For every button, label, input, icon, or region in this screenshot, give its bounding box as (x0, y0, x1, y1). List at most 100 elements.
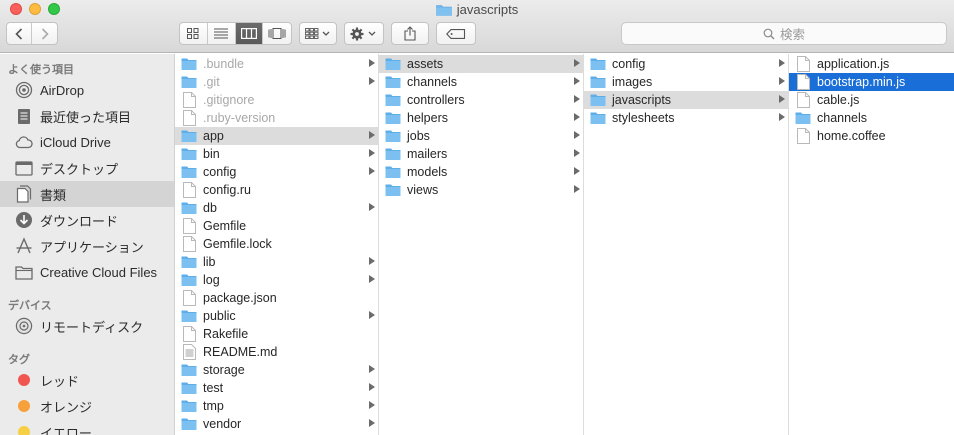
file-row[interactable]: .gitignore (175, 91, 378, 109)
disclosure-arrow-icon (779, 113, 785, 121)
tag-button[interactable] (436, 22, 476, 45)
folder-row[interactable]: jobs (379, 127, 583, 145)
column-view-button[interactable] (235, 23, 264, 44)
folder-icon (385, 183, 401, 197)
sidebar-item-label: Creative Cloud Files (40, 264, 158, 280)
item-name: .gitignore (203, 93, 255, 107)
folder-row[interactable]: db (175, 199, 378, 217)
folder-row[interactable]: views (379, 181, 583, 199)
item-name: lib (203, 255, 216, 269)
file-row[interactable]: config.ru (175, 181, 378, 199)
folder-row[interactable]: storage (175, 361, 378, 379)
file-row[interactable]: cable.js (789, 91, 954, 109)
sidebar-item-label: AirDrop (40, 82, 85, 98)
file-row[interactable]: home.coffee (789, 127, 954, 145)
item-name: cable.js (817, 93, 860, 107)
sidebar-item-desktop[interactable]: デスクトップ (0, 155, 174, 181)
file-row[interactable]: package.json (175, 289, 378, 307)
folder-icon (590, 57, 606, 71)
column-app[interactable]: assets channels controllers helpers jobs mail… (379, 54, 584, 435)
disclosure-arrow-icon (369, 203, 375, 211)
sidebar-item-label: イエロー (40, 425, 92, 435)
item-name: bootstrap.min.js (817, 75, 906, 89)
folder-row[interactable]: .bundle (175, 55, 378, 73)
sidebar-item-tag-red[interactable]: レッド (0, 367, 174, 393)
file-row[interactable]: .ruby-version (175, 109, 378, 127)
item-name: home.coffee (817, 129, 886, 143)
item-name: channels (817, 111, 868, 125)
share-button[interactable] (391, 22, 429, 45)
folder-row[interactable]: log (175, 271, 378, 289)
folder-row[interactable]: mailers (379, 145, 583, 163)
column-assets[interactable]: config images javascripts stylesheets (584, 54, 789, 435)
folder-icon (385, 75, 401, 89)
document-icon (795, 56, 811, 72)
sidebar-item-label: アプリケーション (40, 239, 144, 255)
sidebar-item-recents[interactable]: 最近使った項目 (0, 103, 174, 129)
item-name: javascripts (612, 93, 672, 107)
folder-row[interactable]: bin (175, 145, 378, 163)
folder-icon (385, 165, 401, 179)
item-name: jobs (407, 129, 430, 143)
file-row[interactable]: Gemfile (175, 217, 378, 235)
folder-row[interactable]: channels (379, 73, 583, 91)
folder-row[interactable]: test (175, 379, 378, 397)
folder-row[interactable]: tmp (175, 397, 378, 415)
document-icon (181, 182, 197, 198)
document-icon (181, 110, 197, 126)
folder-row[interactable]: images (584, 73, 788, 91)
sidebar-item-airdrop[interactable]: AirDrop (0, 77, 174, 103)
folder-row[interactable]: public (175, 307, 378, 325)
search-icon (763, 28, 775, 39)
sidebar-item-creative-cloud-files[interactable]: Creative Cloud Files (0, 259, 174, 285)
list-view-button[interactable] (208, 23, 236, 44)
arrange-grid-icon (305, 28, 330, 39)
folder-row[interactable]: vendor (175, 415, 378, 433)
file-row[interactable]: Rakefile (175, 325, 378, 343)
sidebar-item-remote-disc[interactable]: リモートディスク (0, 313, 174, 339)
search-field[interactable]: 検索 (621, 22, 947, 45)
document-icon (795, 74, 811, 90)
folder-icon (795, 111, 811, 125)
icon-view-button[interactable] (180, 23, 208, 44)
arrange-button[interactable] (299, 22, 337, 45)
folder-row[interactable]: app (175, 127, 378, 145)
action-menu-button[interactable] (344, 22, 384, 45)
back-button[interactable] (7, 23, 32, 44)
sidebar-item-icloud-drive[interactable]: iCloud Drive (0, 129, 174, 155)
chevron-right-icon (41, 27, 49, 40)
folder-row[interactable]: lib (175, 253, 378, 271)
folder-row[interactable]: helpers (379, 109, 583, 127)
cover-flow-button[interactable] (263, 23, 291, 44)
sidebar-item-tag-orange[interactable]: オレンジ (0, 393, 174, 419)
folder-row[interactable]: assets (379, 55, 583, 73)
sidebar-item-documents[interactable]: 書類 (0, 181, 174, 207)
document-icon (181, 92, 197, 108)
folder-row[interactable]: javascripts (584, 91, 788, 109)
folder-row[interactable]: models (379, 163, 583, 181)
folder-icon (181, 417, 197, 431)
folder-row[interactable]: .git (175, 73, 378, 91)
folder-row[interactable]: config (584, 55, 788, 73)
sidebar-item-downloads[interactable]: ダウンロード (0, 207, 174, 233)
file-row[interactable]: application.js (789, 55, 954, 73)
document-icon (181, 326, 197, 342)
file-row[interactable]: README.md (175, 343, 378, 361)
sidebar-item-applications[interactable]: アプリケーション (0, 233, 174, 259)
folder-icon (181, 399, 197, 413)
folder-row[interactable]: channels (789, 109, 954, 127)
file-row[interactable]: bootstrap.min.js (789, 73, 954, 91)
item-name: mailers (407, 147, 448, 161)
disclosure-arrow-icon (369, 383, 375, 391)
folder-row[interactable]: config (175, 163, 378, 181)
disclosure-arrow-icon (779, 95, 785, 103)
column-javascripts[interactable]: application.js bootstrap.min.js cable.js ch… (789, 54, 954, 435)
folder-row[interactable]: stylesheets (584, 109, 788, 127)
sidebar-item-tag-yellow[interactable]: イエロー (0, 419, 174, 435)
folder-row[interactable]: controllers (379, 91, 583, 109)
item-name: test (203, 381, 224, 395)
disclosure-arrow-icon (574, 77, 580, 85)
forward-button[interactable] (32, 23, 57, 44)
file-row[interactable]: Gemfile.lock (175, 235, 378, 253)
column-project-root[interactable]: .bundle .git .gitignore .ruby-version app bin… (175, 54, 379, 435)
